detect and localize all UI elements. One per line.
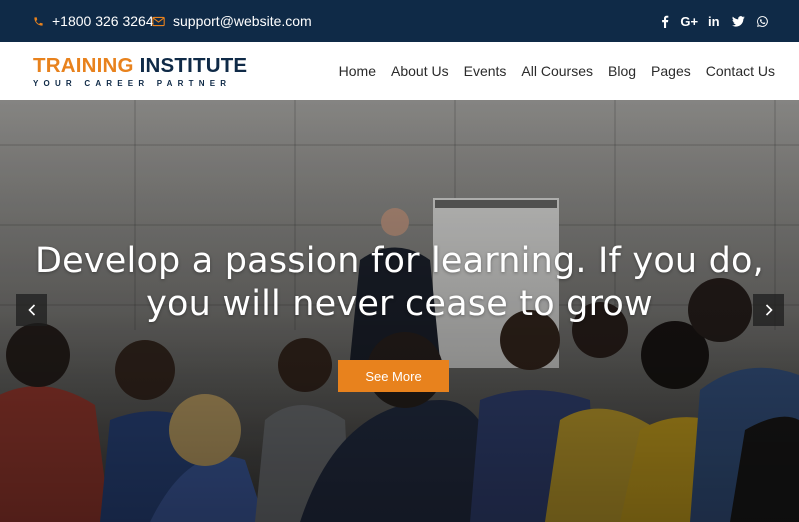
- logo-tagline: YOUR CAREER PARTNER: [33, 79, 232, 88]
- site-logo[interactable]: TRAINING INSTITUTE YOUR CAREER PARTNER: [33, 54, 248, 88]
- phone-number: +1800 326 3264: [52, 13, 154, 29]
- logo-wordmark: TRAINING INSTITUTE: [33, 54, 248, 77]
- phone-contact[interactable]: +1800 326 3264: [33, 0, 154, 42]
- nav-item-events[interactable]: Events: [464, 63, 507, 79]
- nav-item-contact-us[interactable]: Contact Us: [706, 63, 775, 79]
- chevron-left-icon: [27, 304, 35, 316]
- hero-headline-line-2: you will never cease to grow: [146, 284, 653, 324]
- twitter-icon[interactable]: [726, 0, 751, 42]
- nav-item-all-courses[interactable]: All Courses: [521, 63, 593, 79]
- top-contact-bar: +1800 326 3264 support@website.com G+ in: [0, 0, 799, 42]
- slider-prev-button[interactable]: [16, 294, 47, 326]
- linkedin-icon[interactable]: in: [702, 0, 727, 42]
- whatsapp-icon[interactable]: [751, 0, 776, 42]
- see-more-button[interactable]: See More: [338, 360, 449, 392]
- social-links: G+ in: [653, 0, 776, 42]
- phone-icon: [34, 16, 43, 26]
- slider-next-button[interactable]: [753, 294, 784, 326]
- nav-item-home[interactable]: Home: [339, 63, 376, 79]
- nav-item-blog[interactable]: Blog: [608, 63, 636, 79]
- chevron-right-icon: [765, 304, 773, 316]
- hero-headline: Develop a passion for learning. If you d…: [0, 240, 799, 326]
- email-address: support@website.com: [173, 13, 312, 29]
- hero-headline-line-1: Develop a passion for learning. If you d…: [34, 241, 764, 281]
- google-plus-icon[interactable]: G+: [677, 0, 702, 42]
- site-header: TRAINING INSTITUTE YOUR CAREER PARTNER H…: [0, 42, 799, 100]
- hero-slider: Develop a passion for learning. If you d…: [0, 100, 799, 522]
- nav-item-about-us[interactable]: About Us: [391, 63, 449, 79]
- nav-item-pages[interactable]: Pages: [651, 63, 691, 79]
- email-contact[interactable]: support@website.com: [152, 0, 312, 42]
- facebook-icon[interactable]: [653, 0, 678, 42]
- main-navigation: Home About Us Events All Courses Blog Pa…: [324, 42, 775, 100]
- envelope-icon: [152, 16, 165, 26]
